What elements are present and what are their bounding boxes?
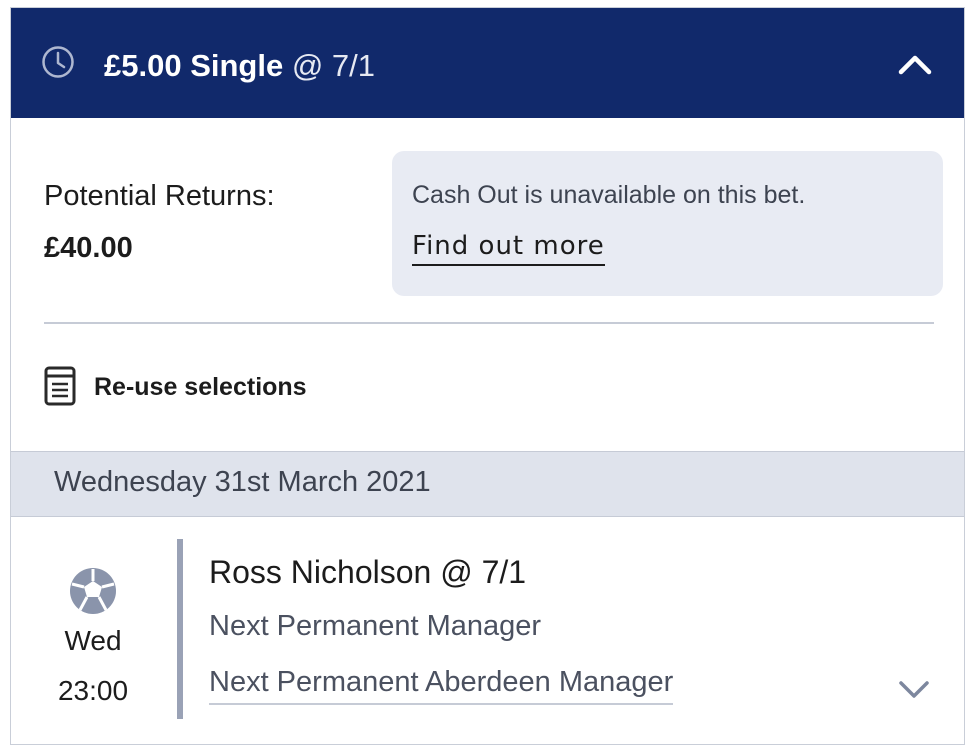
cashout-message: Cash Out is unavailable on this bet.	[412, 181, 806, 209]
event-time: 23:00	[57, 675, 129, 706]
event-date-band: Wednesday 31st March 2021	[11, 451, 964, 517]
chevron-down-icon[interactable]	[897, 678, 931, 700]
selection-name: Ross Nicholson @ 7/1	[209, 554, 527, 590]
event-day: Wed	[64, 625, 122, 656]
bet-title: £5.00 Single @ 7/1	[104, 46, 375, 86]
bet-odds: @ 7/1	[291, 48, 376, 83]
bet-stake-type: £5.00 Single	[104, 48, 284, 83]
reuse-selections-button[interactable]: Re-use selections	[94, 373, 307, 402]
find-out-more-link[interactable]: Find out more	[412, 231, 605, 266]
football-icon	[70, 568, 116, 614]
selection-event-link[interactable]: Next Permanent Aberdeen Manager	[209, 666, 674, 705]
selection-market: Next Permanent Manager	[209, 610, 542, 642]
potential-returns-label: Potential Returns:	[44, 180, 275, 212]
potential-returns-value: £40.00	[44, 232, 133, 264]
selection-accent-bar	[177, 539, 183, 719]
document-list-icon[interactable]	[44, 366, 76, 406]
event-date: Wednesday 31st March 2021	[54, 466, 431, 498]
bet-header[interactable]: £5.00 Single @ 7/1	[11, 8, 964, 118]
cashout-info-box: Cash Out is unavailable on this bet. Fin…	[392, 151, 943, 296]
chevron-up-icon[interactable]	[896, 50, 934, 78]
bet-card: £5.00 Single @ 7/1 Potential Returns: £4…	[10, 7, 965, 745]
clock-icon	[42, 46, 74, 78]
divider	[44, 322, 934, 324]
